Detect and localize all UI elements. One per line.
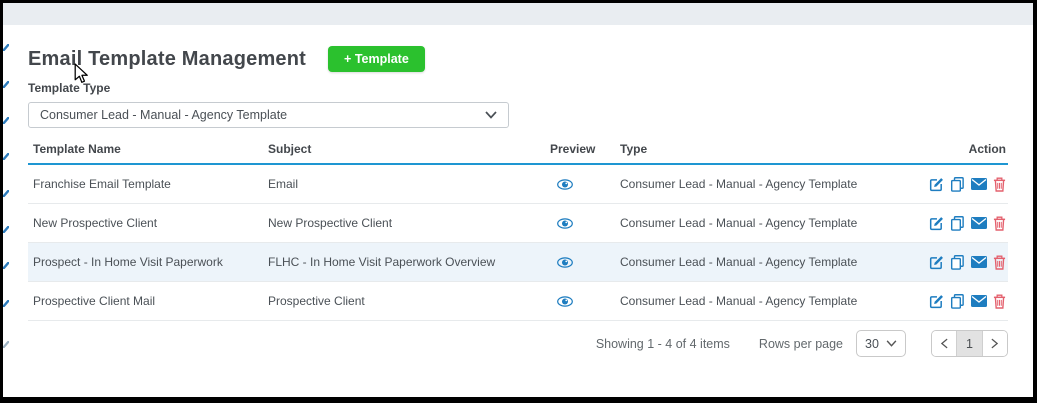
eye-icon <box>557 256 573 268</box>
delete-button[interactable] <box>993 255 1006 270</box>
delete-icon <box>993 255 1006 270</box>
table-row: Prospect - In Home Visit Paperwork FLHC … <box>28 243 1008 282</box>
mail-icon <box>971 217 987 229</box>
table-row: Franchise Email Template Email Consumer … <box>28 165 1008 204</box>
cell-type: Consumer Lead - Manual - Agency Template <box>620 294 858 308</box>
cell-type: Consumer Lead - Manual - Agency Template <box>620 255 858 269</box>
rows-per-page-value: 30 <box>865 336 879 351</box>
copy-icon <box>950 215 964 231</box>
column-header-template-name[interactable]: Template Name <box>28 142 268 156</box>
chevron-down-icon <box>886 340 897 347</box>
cell-subject: New Prospective Client <box>268 216 393 230</box>
edit-button[interactable] <box>929 177 944 192</box>
pager: 1 <box>931 330 1008 357</box>
chevron-down-icon <box>485 111 497 119</box>
next-page-button[interactable] <box>982 331 1007 356</box>
edit-icon <box>929 255 943 269</box>
eye-icon <box>557 178 573 190</box>
top-bar <box>3 3 1033 25</box>
column-header-subject[interactable]: Subject <box>268 142 550 156</box>
column-header-action: Action <box>968 142 1006 156</box>
copy-button[interactable] <box>950 254 965 270</box>
table-row: Prospective Client Mail Prospective Clie… <box>28 282 1008 321</box>
table-header-row: Template Name Subject Preview Type Actio… <box>28 142 1008 165</box>
cell-template-name: New Prospective Client <box>33 216 158 230</box>
app-window: Email Template Management + Template Tem… <box>0 0 1037 403</box>
copy-icon <box>950 293 964 309</box>
preview-button[interactable] <box>557 256 573 268</box>
template-type-selected-value: Consumer Lead - Manual - Agency Template <box>40 108 288 122</box>
delete-button[interactable] <box>993 216 1006 231</box>
edit-icon <box>929 216 943 230</box>
cell-template-name: Prospective Client Mail <box>33 294 156 308</box>
chevron-left-icon <box>940 338 948 349</box>
page-number-button[interactable]: 1 <box>956 331 983 356</box>
chevron-right-icon <box>991 338 999 349</box>
cell-subject: Email <box>268 177 299 191</box>
copy-icon <box>950 254 964 270</box>
add-template-button[interactable]: + Template <box>328 46 425 72</box>
column-header-preview: Preview <box>550 142 596 156</box>
delete-icon <box>993 294 1006 309</box>
edit-button[interactable] <box>929 216 944 231</box>
pagination-info: Showing 1 - 4 of 4 items <box>595 336 730 351</box>
cell-subject: Prospective Client <box>268 294 365 308</box>
copy-button[interactable] <box>950 176 965 192</box>
mail-button[interactable] <box>971 295 987 307</box>
template-type-select[interactable]: Consumer Lead - Manual - Agency Template <box>28 102 509 128</box>
cell-type: Consumer Lead - Manual - Agency Template <box>620 216 858 230</box>
eye-icon <box>557 217 573 229</box>
delete-icon <box>993 177 1006 192</box>
table-footer: Showing 1 - 4 of 4 items Rows per page 3… <box>28 330 1008 357</box>
copy-button[interactable] <box>950 293 965 309</box>
cell-template-name: Franchise Email Template <box>33 177 171 191</box>
page-title: Email Template Management <box>28 47 307 70</box>
edit-button[interactable] <box>929 294 944 309</box>
edit-icon <box>929 177 943 191</box>
cell-subject: FLHC - In Home Visit Paperwork Overview <box>268 255 496 269</box>
prev-page-button[interactable] <box>932 331 957 356</box>
mail-button[interactable] <box>971 178 987 190</box>
mail-icon <box>971 178 987 190</box>
templates-table: Template Name Subject Preview Type Actio… <box>28 142 1008 357</box>
delete-icon <box>993 216 1006 231</box>
edit-icon <box>929 294 943 308</box>
copy-button[interactable] <box>950 215 965 231</box>
preview-button[interactable] <box>557 295 573 307</box>
mail-button[interactable] <box>971 256 987 268</box>
delete-button[interactable] <box>993 177 1006 192</box>
template-type-label: Template Type <box>28 81 111 95</box>
table-row: New Prospective Client New Prospective C… <box>28 204 1008 243</box>
rows-per-page-select[interactable]: 30 <box>856 330 906 357</box>
cell-template-name: Prospect - In Home Visit Paperwork <box>33 255 223 269</box>
column-header-type[interactable]: Type <box>620 142 908 156</box>
rows-per-page-label: Rows per page <box>758 336 843 351</box>
mail-icon <box>971 256 987 268</box>
delete-button[interactable] <box>993 294 1006 309</box>
eye-icon <box>557 295 573 307</box>
edit-button[interactable] <box>929 255 944 270</box>
copy-icon <box>950 176 964 192</box>
mail-icon <box>971 295 987 307</box>
preview-button[interactable] <box>557 217 573 229</box>
mail-button[interactable] <box>971 217 987 229</box>
cell-type: Consumer Lead - Manual - Agency Template <box>620 177 858 191</box>
preview-button[interactable] <box>557 178 573 190</box>
